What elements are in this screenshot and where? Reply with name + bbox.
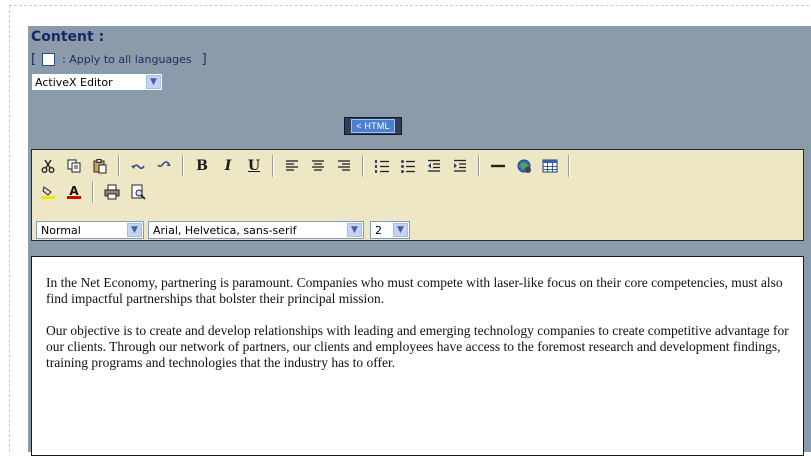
align-right-icon[interactable] bbox=[332, 155, 356, 177]
toolbar-separator bbox=[362, 155, 364, 177]
font-color-letter: A bbox=[69, 184, 79, 198]
print-icon[interactable] bbox=[100, 181, 124, 203]
bracket-close: ] bbox=[201, 51, 207, 67]
highlight-color-icon[interactable] bbox=[36, 181, 60, 203]
html-button-text: HTML bbox=[364, 121, 390, 131]
bold-button[interactable]: B bbox=[190, 155, 214, 177]
html-mode-label: < HTML bbox=[351, 119, 395, 133]
html-mode-button[interactable]: < HTML bbox=[344, 117, 402, 135]
copy-icon[interactable] bbox=[62, 155, 86, 177]
format-select-value: Normal bbox=[41, 223, 81, 237]
format-select[interactable]: Normal ▼ bbox=[36, 221, 144, 239]
chevron-down-icon[interactable]: ▼ bbox=[127, 223, 142, 237]
content-panel: Content : [ : Apply to all languages ] A… bbox=[28, 26, 811, 456]
link-icon[interactable] bbox=[512, 155, 536, 177]
toolbar-separator bbox=[568, 155, 570, 177]
apply-all-languages-checkbox[interactable] bbox=[42, 52, 56, 66]
undo-icon[interactable] bbox=[126, 155, 150, 177]
content-paragraph-2: Our objective is to create and develop r… bbox=[46, 323, 789, 370]
content-title: Content : bbox=[31, 29, 105, 45]
outdent-icon[interactable] bbox=[422, 155, 446, 177]
apply-all-languages-label: : Apply to all languages bbox=[62, 52, 192, 66]
toolbar-row-1: B I U bbox=[36, 154, 576, 178]
content-paragraph-1: In the Net Economy, partnering is paramo… bbox=[46, 275, 783, 306]
dashed-top-border bbox=[9, 5, 809, 6]
unordered-list-icon[interactable] bbox=[396, 155, 420, 177]
toolbar-row-2: A bbox=[36, 180, 152, 204]
chevron-down-icon[interactable]: ▼ bbox=[347, 223, 362, 237]
paste-icon[interactable] bbox=[88, 155, 112, 177]
editor-type-select[interactable]: ActiveX Editor ▼ bbox=[31, 73, 163, 91]
toolbar-separator bbox=[92, 181, 94, 203]
font-color-icon[interactable]: A bbox=[62, 181, 86, 203]
cut-icon[interactable] bbox=[36, 155, 60, 177]
rich-text-editor-area[interactable]: In the Net Economy, partnering is paramo… bbox=[31, 256, 804, 456]
font-family-select-value: Arial, Helvetica, sans-serif bbox=[153, 223, 297, 237]
italic-button[interactable]: I bbox=[216, 155, 240, 177]
align-center-icon[interactable] bbox=[306, 155, 330, 177]
apply-all-languages-row: [ : Apply to all languages ] bbox=[31, 51, 207, 67]
font-size-select[interactable]: 2 ▼ bbox=[370, 221, 410, 239]
toolbar-separator bbox=[118, 155, 120, 177]
indent-icon[interactable] bbox=[448, 155, 472, 177]
align-left-icon[interactable] bbox=[280, 155, 304, 177]
chevron-down-icon[interactable]: ▼ bbox=[393, 223, 408, 237]
dashed-left-border bbox=[9, 5, 10, 452]
toolbar-separator bbox=[182, 155, 184, 177]
editor-toolbar: B I U A Normal ▼ Arial, Helvetica, sans-… bbox=[31, 149, 804, 241]
redo-icon[interactable] bbox=[152, 155, 176, 177]
print-preview-icon[interactable] bbox=[126, 181, 150, 203]
font-family-select[interactable]: Arial, Helvetica, sans-serif ▼ bbox=[148, 221, 364, 239]
table-icon[interactable] bbox=[538, 155, 562, 177]
editor-type-value: ActiveX Editor bbox=[35, 75, 113, 89]
toolbar-separator bbox=[478, 155, 480, 177]
chevron-down-icon[interactable]: ▼ bbox=[146, 75, 161, 89]
toolbar-separator bbox=[272, 155, 274, 177]
underline-button[interactable]: U bbox=[242, 155, 266, 177]
ordered-list-icon[interactable] bbox=[370, 155, 394, 177]
bracket-open: [ bbox=[31, 51, 37, 67]
horizontal-rule-icon[interactable] bbox=[486, 155, 510, 177]
font-size-select-value: 2 bbox=[375, 223, 382, 237]
